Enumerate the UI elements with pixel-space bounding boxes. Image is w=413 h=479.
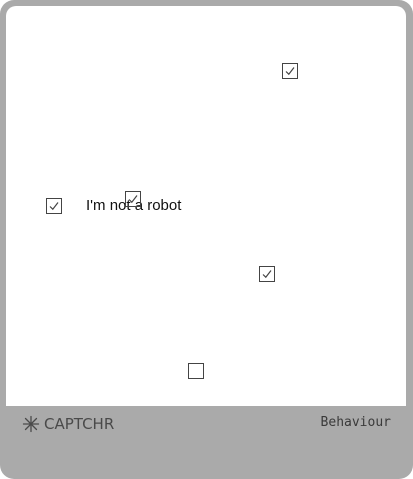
checkbox-5[interactable] xyxy=(188,363,204,379)
behaviour-mode-link[interactable]: Behaviour xyxy=(321,413,391,433)
checkbox-1[interactable] xyxy=(282,63,298,79)
checkmark-icon xyxy=(49,202,59,211)
captcha-panel: I'm not a robot xyxy=(6,6,406,406)
checkbox-3[interactable] xyxy=(125,191,141,207)
checkmark-icon xyxy=(262,270,272,279)
checkbox-4[interactable] xyxy=(259,266,275,282)
checkmark-icon xyxy=(285,67,295,76)
brand-name: CAPTCHR xyxy=(44,415,115,433)
checkbox-2[interactable] xyxy=(46,198,62,214)
checkmark-icon xyxy=(128,195,138,204)
asterisk-icon xyxy=(22,415,40,433)
captcha-widget: I'm not a robot CAPTCHR Behaviour xyxy=(0,0,413,479)
captchr-brand: CAPTCHR xyxy=(22,413,114,435)
